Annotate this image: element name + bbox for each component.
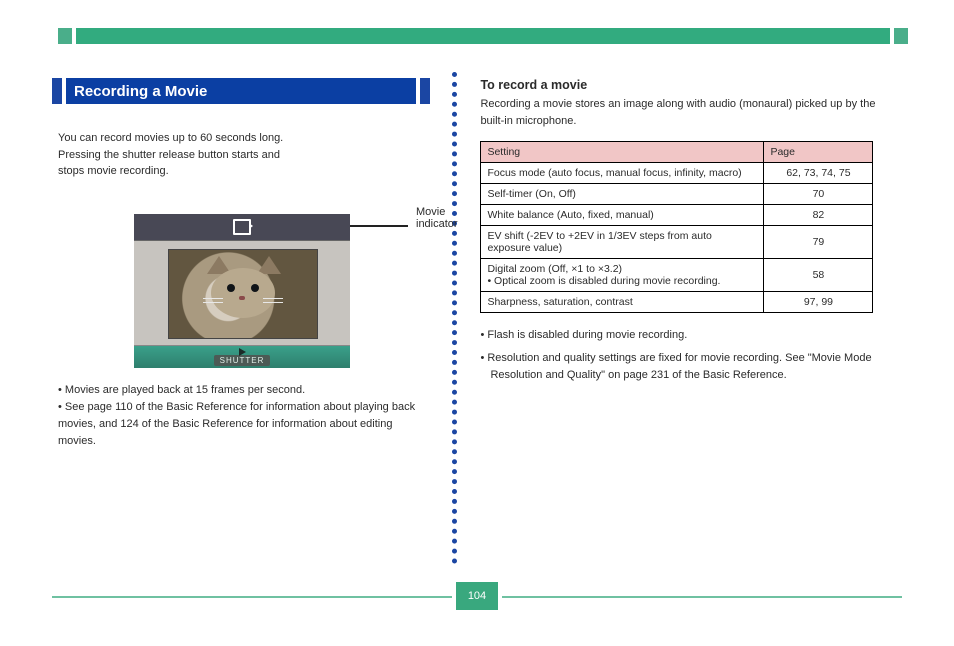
lcd-preview bbox=[134, 241, 350, 345]
movie-indicator-callout: Movie indicator bbox=[416, 206, 458, 230]
table-row: Sharpness, saturation, contrast 97, 99 bbox=[481, 292, 873, 313]
setting-cell: EV shift (-2EV to +2EV in 1/3EV steps fr… bbox=[481, 226, 764, 259]
shutter-label: SHUTTER bbox=[214, 355, 271, 366]
page-cell: 62, 73, 74, 75 bbox=[764, 163, 873, 184]
right-column: To record a movie Recording a movie stor… bbox=[480, 78, 902, 450]
subheading: To record a movie bbox=[480, 78, 902, 92]
lcd-top-bar bbox=[134, 214, 350, 241]
setting-cell: Self-timer (On, Off) bbox=[481, 184, 764, 205]
section-heading: Recording a Movie bbox=[52, 78, 430, 104]
movie-indicator-icon bbox=[233, 219, 251, 235]
table-row: White balance (Auto, fixed, manual) 82 bbox=[481, 205, 873, 226]
setting-cell: Focus mode (auto focus, manual focus, in… bbox=[481, 163, 764, 184]
setting-cell: White balance (Auto, fixed, manual) bbox=[481, 205, 764, 226]
page-cell: 79 bbox=[764, 226, 873, 259]
lcd-figure: Movie indicator bbox=[134, 214, 430, 368]
table-row: EV shift (-2EV to +2EV in 1/3EV steps fr… bbox=[481, 226, 873, 259]
table-row: Focus mode (auto focus, manual focus, in… bbox=[481, 163, 873, 184]
page-cell: 58 bbox=[764, 259, 873, 292]
lcd-bottom-bar: SHUTTER bbox=[134, 345, 350, 368]
settings-header-page: Page bbox=[764, 142, 873, 163]
table-row: Digital zoom (Off, ×1 to ×3.2) • Optical… bbox=[481, 259, 873, 292]
column-divider bbox=[452, 72, 457, 564]
settings-table: Setting Page Focus mode (auto focus, man… bbox=[480, 141, 873, 313]
right-notes: • Flash is disabled during movie recordi… bbox=[480, 327, 902, 384]
page-cell: 82 bbox=[764, 205, 873, 226]
page-number: 104 bbox=[452, 578, 502, 614]
play-icon bbox=[239, 348, 246, 356]
setting-cell: Digital zoom (Off, ×1 to ×3.2) • Optical… bbox=[481, 259, 764, 292]
left-column: Recording a Movie You can record movies … bbox=[52, 78, 430, 450]
page-top-rule bbox=[58, 28, 908, 44]
section-heading-text: Recording a Movie bbox=[66, 78, 416, 104]
table-row: Self-timer (On, Off) 70 bbox=[481, 184, 873, 205]
page-cell: 97, 99 bbox=[764, 292, 873, 313]
page-cell: 70 bbox=[764, 184, 873, 205]
intro-line-2: Pressing the shutter release button star… bbox=[58, 149, 280, 161]
right-note-2: • Resolution and quality settings are fi… bbox=[480, 350, 902, 384]
intro-paragraph: You can record movies up to 60 seconds l… bbox=[52, 130, 430, 180]
left-note-1: • Movies are played back at 15 frames pe… bbox=[58, 382, 418, 399]
page-footer: 104 bbox=[52, 578, 902, 614]
intro-line-3: stops movie recording. bbox=[58, 165, 169, 177]
intro-line-1: You can record movies up to 60 seconds l… bbox=[58, 132, 283, 144]
setting-cell: Sharpness, saturation, contrast bbox=[481, 292, 764, 313]
settings-header-setting: Setting bbox=[481, 142, 764, 163]
right-intro: Recording a movie stores an image along … bbox=[480, 96, 902, 129]
right-note-1: • Flash is disabled during movie recordi… bbox=[480, 327, 902, 344]
left-notes: • Movies are played back at 15 frames pe… bbox=[52, 382, 430, 450]
left-note-2: • See page 110 of the Basic Reference fo… bbox=[58, 399, 418, 450]
